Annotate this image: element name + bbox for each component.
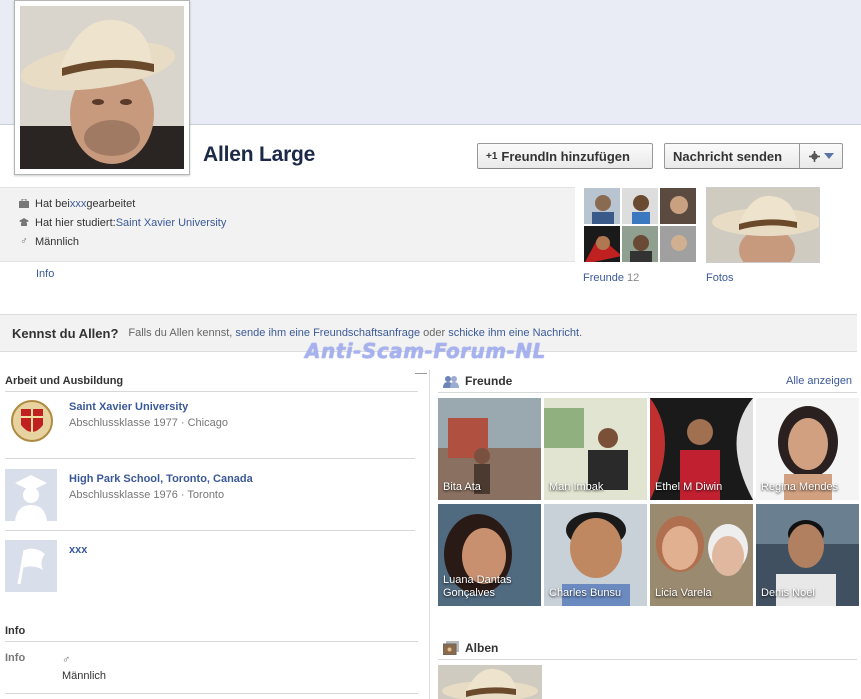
photos-thumb-image xyxy=(707,188,819,262)
education-title: High Park School, Toronto, Canada xyxy=(69,473,253,485)
friend-card[interactable]: Man Imbak xyxy=(544,398,647,500)
tab-info[interactable]: Info xyxy=(36,268,54,280)
info-label: Info xyxy=(5,652,26,664)
know-person-text: Falls du Allen kennst, sende ihm eine Fr… xyxy=(128,327,582,339)
friend-thumb xyxy=(583,225,621,263)
friend-card[interactable]: Bita Ata xyxy=(438,398,541,500)
know-person-text-after: . xyxy=(579,327,583,339)
fact-gender: ♂ Männlich xyxy=(19,232,575,251)
albums-title: Alben xyxy=(465,641,499,655)
photos-tile[interactable] xyxy=(706,187,820,263)
fact-education-link[interactable]: Saint Xavier University xyxy=(116,217,227,229)
watermark: Anti-Scam-Forum-NL xyxy=(305,339,546,363)
gear-icon xyxy=(808,150,820,162)
male-icon: ♂ xyxy=(62,654,71,666)
fact-work-link[interactable]: xxx xyxy=(70,198,87,210)
send-message-button[interactable]: Nachricht senden xyxy=(664,143,800,169)
friend-thumb xyxy=(621,225,659,263)
fact-work-suffix: gearbeitet xyxy=(86,197,136,210)
section-divider xyxy=(438,392,857,393)
info-gender: ♂ Männlich xyxy=(62,652,106,684)
album-cover-image xyxy=(438,665,542,699)
work-title: xxx xyxy=(69,544,88,556)
albums-header: Alben xyxy=(443,641,498,655)
friend-name: Licia Varela xyxy=(655,587,712,599)
education-subtitle: Abschlussklasse 1976 · Toronto xyxy=(69,489,225,501)
add-friend-button[interactable]: +1 FreundIn hinzufügen xyxy=(477,143,653,169)
friend-name: Denis Noel xyxy=(761,587,815,599)
add-friend-icon: +1 xyxy=(486,150,498,162)
friends-tile-label[interactable]: Freunde 12 xyxy=(583,272,639,284)
album-thumbnail[interactable] xyxy=(438,665,542,699)
album-icon xyxy=(443,641,459,655)
photos-tile-label[interactable]: Fotos xyxy=(706,272,734,284)
friend-thumb xyxy=(583,187,621,225)
friend-card[interactable]: Licia Varela xyxy=(650,504,753,606)
options-dropdown-button[interactable] xyxy=(799,143,843,169)
send-message-label: Nachricht senden xyxy=(673,148,783,164)
section-divider xyxy=(5,693,418,694)
education-title: Saint Xavier University xyxy=(69,401,189,413)
friend-name: Bita Ata xyxy=(443,481,481,493)
send-message-link[interactable]: schicke ihm eine Nachricht xyxy=(448,327,579,339)
section-divider xyxy=(5,530,415,531)
school-icon xyxy=(19,217,29,228)
info-gender-value: Männlich xyxy=(62,670,107,682)
section-divider xyxy=(438,659,857,660)
friend-card[interactable]: Regina Mendes xyxy=(756,398,859,500)
friend-card[interactable]: Ethel M Diwin xyxy=(650,398,753,500)
friend-card[interactable]: Luana Dantas Gonçalves xyxy=(438,504,541,606)
friend-name: Regina Mendes xyxy=(761,481,839,493)
friend-name: Charles Bunsu xyxy=(549,587,622,599)
send-friend-request-link[interactable]: sende ihm eine Freundschaftsanfrage xyxy=(235,327,420,339)
work-item[interactable]: xxx xyxy=(5,540,415,596)
friends-box-header: Freunde xyxy=(443,374,512,388)
friends-icon xyxy=(443,375,459,388)
university-crest-icon xyxy=(5,397,57,449)
friends-count: 12 xyxy=(627,272,640,284)
fact-work: Hat bei xxx gearbeitet xyxy=(19,194,575,213)
chevron-down-icon xyxy=(823,153,834,159)
friends-box-title: Freunde xyxy=(465,374,513,388)
know-person-text-before: Falls du Allen kennst, xyxy=(128,327,236,339)
friend-thumb xyxy=(659,225,697,263)
profile-photo-image xyxy=(20,6,184,169)
edit-handle xyxy=(415,373,427,374)
friends-tile[interactable] xyxy=(583,187,697,263)
male-icon: ♂ xyxy=(20,235,28,247)
section-divider xyxy=(5,641,418,642)
profile-picture[interactable] xyxy=(14,0,190,175)
briefcase-icon xyxy=(19,198,29,209)
know-person-heading: Kennst du Allen? xyxy=(12,325,119,341)
education-item[interactable]: High Park School, Toronto, Canada Abschl… xyxy=(5,469,415,525)
graduation-placeholder-icon xyxy=(5,469,57,521)
friend-card[interactable]: Charles Bunsu xyxy=(544,504,647,606)
section-divider xyxy=(5,391,418,392)
section-divider xyxy=(5,458,415,459)
flag-placeholder-icon xyxy=(5,540,57,592)
profile-name: Allen Large xyxy=(203,143,316,166)
friend-card[interactable]: Denis Noel xyxy=(756,504,859,606)
fact-work-prefix: Hat bei xyxy=(35,197,70,210)
see-all-friends-link[interactable]: Alle anzeigen xyxy=(786,375,852,387)
fact-education-prefix: Hat hier studiert: xyxy=(35,216,116,229)
info-heading: Info xyxy=(5,625,26,637)
know-person-text-mid: oder xyxy=(420,327,449,339)
column-divider xyxy=(429,370,430,699)
fact-education: Hat hier studiert: Saint Xavier Universi… xyxy=(19,213,575,232)
education-subtitle: Abschlussklasse 1977 · Chicago xyxy=(69,417,228,429)
work-education-heading: Arbeit und Ausbildung xyxy=(5,375,124,387)
friend-thumb xyxy=(659,187,697,225)
profile-facts: Hat bei xxx gearbeitet Hat hier studiert… xyxy=(0,187,575,262)
education-item[interactable]: Saint Xavier University Abschlussklasse … xyxy=(5,397,415,453)
friends-tile-text: Freunde xyxy=(583,272,624,284)
friend-name: Luana Dantas Gonçalves xyxy=(443,574,512,599)
friend-thumb xyxy=(621,187,659,225)
friend-name: Man Imbak xyxy=(549,481,604,493)
friend-name: Ethel M Diwin xyxy=(655,481,723,493)
add-friend-label: FreundIn hinzufügen xyxy=(501,148,630,164)
fact-gender-text: Männlich xyxy=(35,235,80,248)
